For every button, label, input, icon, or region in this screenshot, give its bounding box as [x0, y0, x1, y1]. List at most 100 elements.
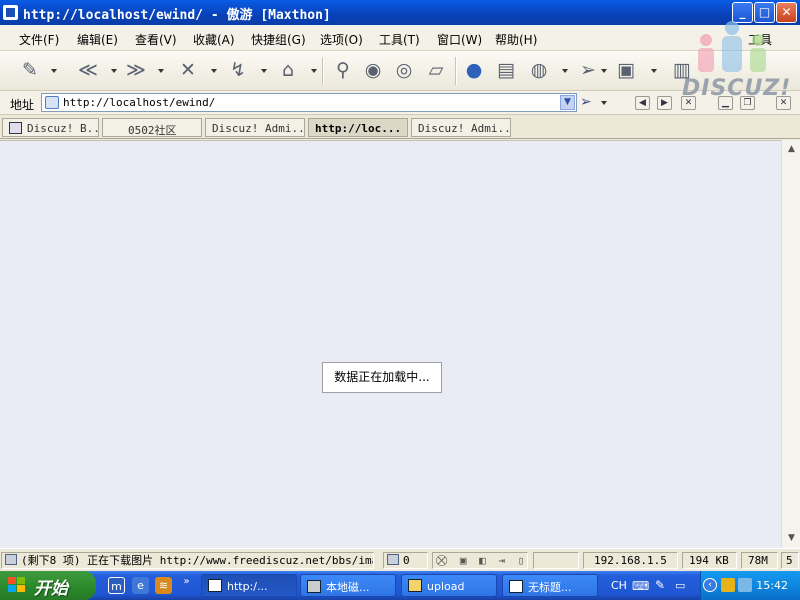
forward-icon[interactable]: ≫: [124, 58, 148, 82]
menu-groups[interactable]: 快捷组(G): [251, 31, 306, 48]
tabs-icon[interactable]: ▱: [424, 58, 448, 82]
menu-tools-right[interactable]: 工具: [748, 31, 772, 48]
folder-icon: [408, 579, 422, 592]
address-label: 地址: [10, 98, 35, 112]
screen-icon[interactable]: ▣: [614, 58, 638, 82]
network-icon[interactable]: [738, 578, 752, 592]
address-box[interactable]: ▼: [41, 93, 577, 112]
chevron-down-icon[interactable]: [311, 69, 317, 73]
menu-help[interactable]: 帮助(H): [495, 31, 537, 48]
menu-edit[interactable]: 编辑(E): [77, 31, 118, 48]
scroll-up-icon[interactable]: ▲: [784, 142, 799, 157]
vertical-scrollbar[interactable]: ▲ ▼: [781, 140, 800, 548]
menu-window[interactable]: 窗口(W): [437, 31, 482, 48]
favorites-icon[interactable]: ◉: [361, 58, 385, 82]
maxthon-app-icon[interactable]: [3, 5, 18, 20]
chevron-down-icon[interactable]: [562, 69, 568, 73]
menu-file[interactable]: 文件(F): [19, 31, 59, 48]
tab-bar: Discuz! B... 0502社区 Discuz! Admi... http…: [0, 115, 800, 139]
globe-icon[interactable]: ●: [462, 58, 486, 82]
close-tab-button[interactable]: ✕: [681, 96, 696, 110]
page-content[interactable]: 数据正在加载中...: [0, 140, 781, 548]
send-icon[interactable]: ➢: [576, 58, 600, 82]
go-button[interactable]: ➢: [580, 94, 596, 110]
scroll-down-icon[interactable]: ▼: [784, 531, 799, 546]
taskbar-item[interactable]: upload: [401, 574, 497, 597]
toolbar-separator: [322, 57, 324, 85]
page-icon: [45, 96, 59, 109]
status-ip: 192.168.1.5: [583, 552, 678, 569]
minimize-tab-button[interactable]: ▁: [718, 96, 733, 110]
home-icon[interactable]: ⌂: [276, 58, 300, 82]
chevron-down-icon[interactable]: [158, 69, 164, 73]
menu-view[interactable]: 查看(V): [135, 31, 177, 48]
taskbar-item[interactable]: 本地磁...: [300, 574, 396, 597]
status-message: (剩下8 项) 正在下载图片 http://www.freediscuz.net…: [1, 552, 374, 569]
title-bar[interactable]: http://localhost/ewind/ - 傲游 [Maxthon] _…: [0, 0, 800, 25]
prev-tab-button[interactable]: ◀: [635, 96, 650, 110]
maxthon-icon: [208, 579, 222, 592]
chevron-down-icon[interactable]: [601, 101, 607, 105]
address-input[interactable]: [63, 95, 553, 110]
quicklaunch-more-icon[interactable]: »: [178, 573, 195, 590]
security-lock-icon[interactable]: [721, 578, 735, 592]
language-indicator[interactable]: CH: [611, 579, 627, 592]
close-all-button[interactable]: ✕: [776, 96, 791, 110]
window-title: http://localhost/ewind/ - 傲游 [Maxthon]: [23, 8, 331, 23]
stop-icon[interactable]: ✕: [176, 58, 200, 82]
address-bar: 地址 ▼ ➢ ◀ ▶ ✕ ▁ ❐ ✕: [0, 91, 800, 115]
chevron-down-icon[interactable]: [651, 69, 657, 73]
maximize-button[interactable]: □: [754, 2, 775, 23]
taskbar-item[interactable]: 无标题...: [502, 574, 598, 597]
flashget-quicklaunch-icon[interactable]: ≋: [155, 577, 172, 594]
plugin-icon[interactable]: ◍: [527, 58, 551, 82]
feeds-icon[interactable]: ▤: [494, 58, 518, 82]
status-bar: (剩下8 项) 正在下载图片 http://www.freediscuz.net…: [0, 548, 800, 571]
chevron-down-icon[interactable]: [211, 69, 217, 73]
chevron-down-icon[interactable]: [51, 69, 57, 73]
close-button[interactable]: ✕: [776, 2, 797, 23]
status-memory: 78M: [741, 552, 778, 569]
tab-item[interactable]: Discuz! Admi...: [411, 118, 511, 137]
tab-item[interactable]: 0502社区: [102, 118, 202, 137]
tray-clock[interactable]: 15:42: [756, 579, 788, 592]
windows-logo-icon: [8, 577, 26, 594]
chevron-down-icon[interactable]: [601, 69, 607, 73]
refresh-icon[interactable]: ↯: [226, 58, 250, 82]
new-page-icon[interactable]: ✎: [18, 58, 42, 82]
back-icon[interactable]: ≪: [76, 58, 100, 82]
keyboard-icon[interactable]: ⌨: [632, 579, 649, 593]
menu-options[interactable]: 选项(O): [320, 31, 363, 48]
start-button[interactable]: 开始: [0, 571, 96, 600]
tools-menu-icon[interactable]: ▥: [670, 58, 694, 82]
ie-quicklaunch-icon[interactable]: e: [132, 577, 149, 594]
main-toolbar: ✎ ≪ ≫ ✕ ↯ ⌂ ⚲ ◉ ◎ ▱ ● ▤ ◍ ➢ ▣ ▥: [0, 51, 800, 91]
notepad-icon: [509, 580, 523, 593]
next-tab-button[interactable]: ▶: [657, 96, 672, 110]
taskbar: 开始 m e ≋ » http:/... 本地磁... upload 无标题..…: [0, 571, 800, 600]
tab-item-active[interactable]: http://loc...: [308, 118, 408, 137]
address-dropdown-button[interactable]: ▼: [560, 95, 575, 110]
tab-item[interactable]: Discuz! Admi...: [205, 118, 305, 137]
popup-blocker[interactable]: 0: [383, 552, 428, 569]
history-icon[interactable]: ◎: [392, 58, 416, 82]
chevron-down-icon[interactable]: [261, 69, 267, 73]
maxthon-quicklaunch-icon[interactable]: m: [108, 577, 125, 594]
download-icon: [5, 554, 17, 565]
page-icon: [9, 122, 22, 134]
status-tools[interactable]: ⛒ ▣ ◧ ⇥ ▯: [432, 552, 528, 569]
minimize-button[interactable]: _: [732, 2, 753, 23]
drive-icon: [307, 580, 321, 593]
tab-item[interactable]: Discuz! B...: [2, 118, 99, 137]
restore-tab-button[interactable]: ❐: [740, 96, 755, 110]
chevron-down-icon[interactable]: [111, 69, 117, 73]
tray-expand-icon[interactable]: ‹: [703, 578, 717, 592]
menu-tools[interactable]: 工具(T): [379, 31, 420, 48]
menu-favorites[interactable]: 收藏(A): [193, 31, 235, 48]
status-tool-icons[interactable]: ⛒ ▣ ◧ ⇥ ▯: [436, 554, 527, 567]
ime-settings-icon[interactable]: ▭: [675, 579, 685, 592]
search-icon[interactable]: ⚲: [331, 58, 355, 82]
ime-pen-icon[interactable]: ✎: [655, 578, 665, 592]
status-empty: [533, 552, 579, 569]
taskbar-item[interactable]: http:/...: [201, 574, 297, 597]
